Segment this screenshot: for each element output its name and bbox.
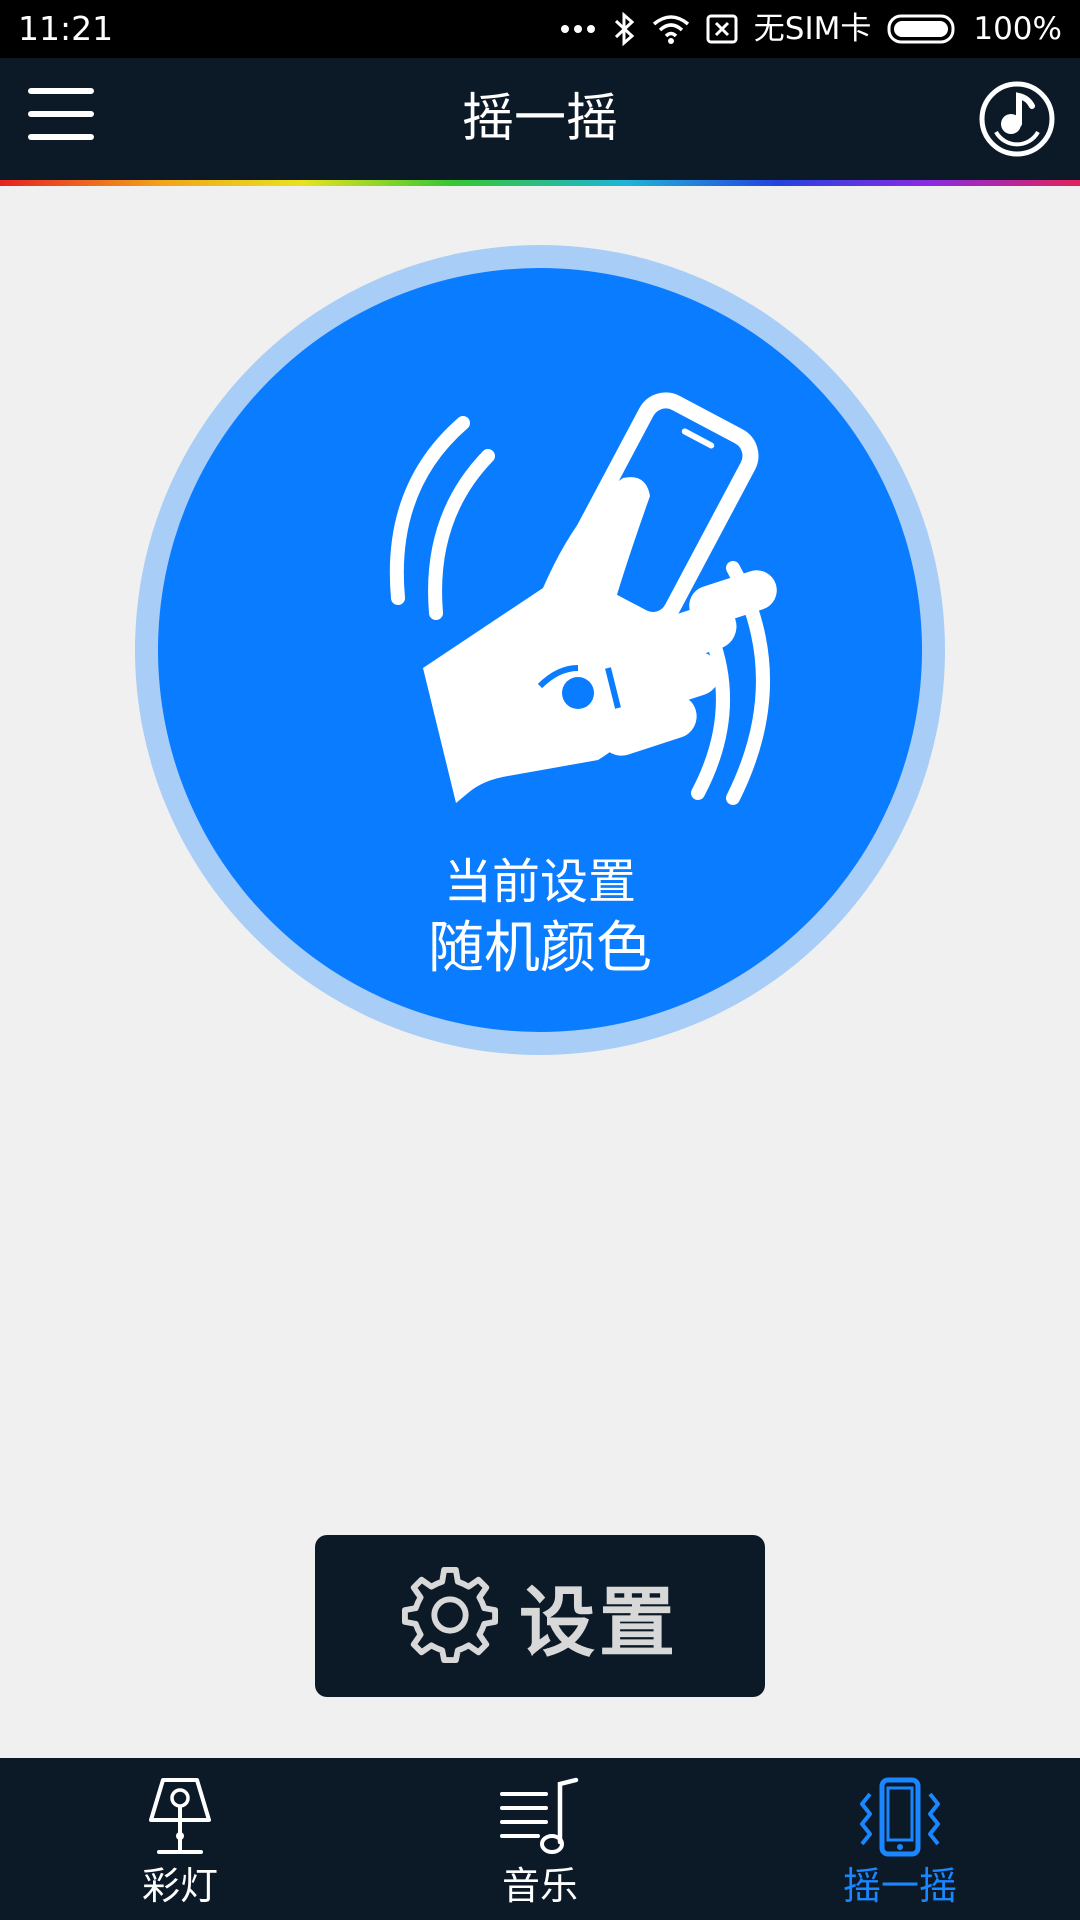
nav-label-shake: 摇一摇 (842, 1864, 957, 1908)
nav-label-lamp: 彩灯 (141, 1864, 218, 1908)
gear-icon (401, 1567, 499, 1664)
nav-item-lamp[interactable]: 彩灯 (0, 1758, 360, 1920)
more-dots-icon (560, 25, 595, 33)
status-icons: 无SIM卡 100% (560, 0, 1062, 58)
shake-circle[interactable]: 当前设置 随机颜色 (135, 245, 945, 1055)
music-button[interactable] (978, 80, 1056, 158)
status-bar: 11:21 无SIM卡 100% (0, 0, 1080, 58)
current-setting-label: 当前设置 (443, 854, 636, 910)
rainbow-divider (0, 180, 1080, 186)
music-note-icon (500, 1777, 579, 1854)
hand-shaking-phone-icon (389, 392, 777, 805)
nav-label-music: 音乐 (501, 1864, 578, 1908)
settings-button-label: 设置 (519, 1578, 679, 1667)
app-header: 摇一摇 (0, 58, 1080, 180)
battery-icon (887, 14, 955, 44)
lamp-icon (149, 1778, 211, 1854)
page-title: 摇一摇 (461, 89, 618, 149)
no-sim-icon (706, 14, 738, 44)
settings-button[interactable]: 设置 (315, 1535, 765, 1697)
battery-percent: 100% (973, 11, 1062, 47)
nav-item-music[interactable]: 音乐 (360, 1758, 720, 1920)
current-setting-value: 随机颜色 (428, 916, 652, 981)
wifi-icon (652, 15, 689, 44)
nav-item-shake[interactable]: 摇一摇 (720, 1758, 1080, 1920)
shake-phone-icon (860, 1777, 940, 1857)
music-disc-icon (979, 81, 1055, 157)
status-time: 11:21 (18, 9, 114, 48)
shake-circle-inner: 当前设置 随机颜色 (158, 268, 922, 1032)
bluetooth-icon (614, 12, 635, 46)
sim-status-text: 无SIM卡 (753, 11, 872, 47)
bottom-nav: 彩灯 音乐 摇一摇 (0, 1758, 1080, 1920)
